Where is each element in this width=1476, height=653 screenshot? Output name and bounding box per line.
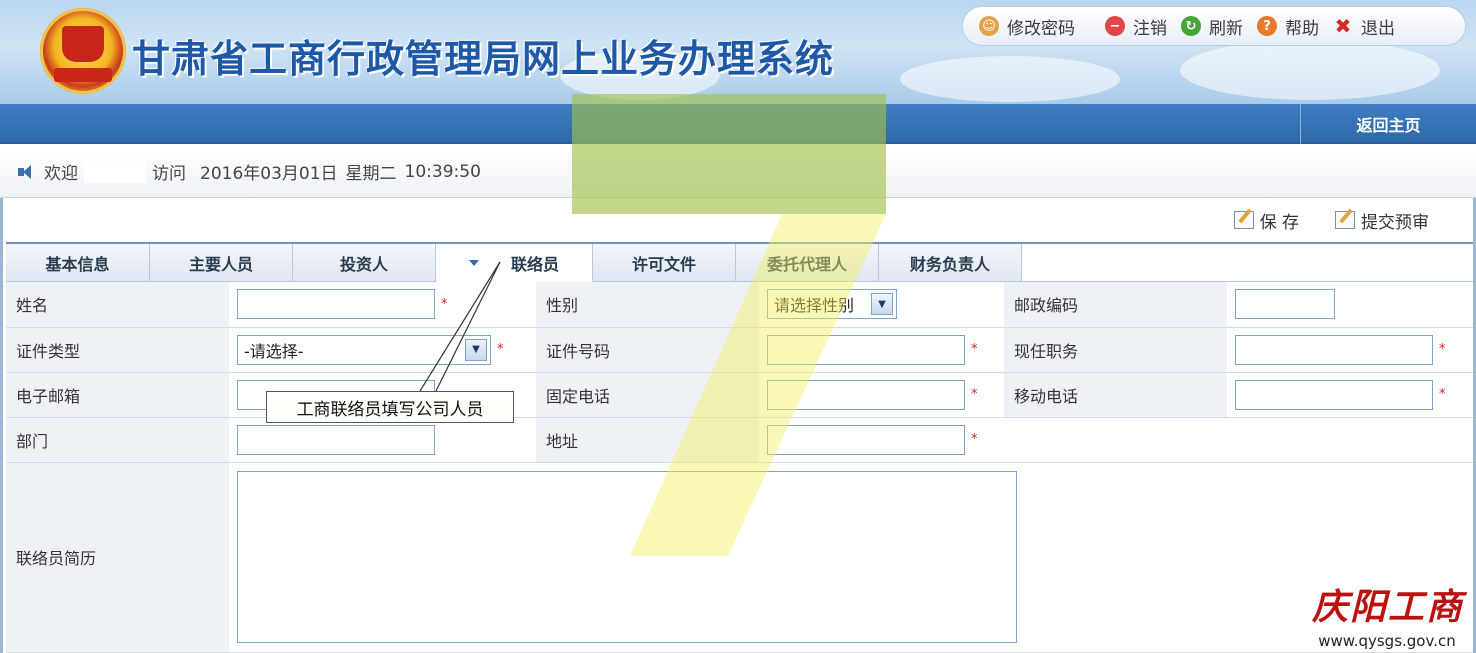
required-mark: * [971, 432, 978, 447]
change-password-label: 修改密码 [1007, 18, 1075, 39]
save-button[interactable]: 保 存 [1233, 208, 1299, 233]
action-bar: 保 存 提交预审 [3, 198, 1473, 242]
address-label: 地址 [536, 417, 759, 463]
gender-select-value: 请选择性别 [774, 296, 855, 316]
header-banner: 甘肃省工商行政管理局网上业务办理系统 ☺ 修改密码 − 注销 ↻ 刷新 ? 帮助… [0, 0, 1476, 104]
tab-label: 委托代理人 [766, 254, 847, 274]
form-row: 姓名 * 性别 请选择性别 ▼ 邮政编码 [6, 282, 1473, 328]
cloud-decoration [1180, 40, 1440, 100]
close-icon: ✖ [1334, 14, 1352, 38]
tab-label: 投资人 [339, 254, 388, 274]
username-field [84, 160, 146, 183]
id-number-label: 证件号码 [536, 327, 759, 373]
tab-label: 主要人员 [188, 254, 253, 274]
annotation-callout: 工商联络员填写公司人员 [266, 391, 514, 423]
liaison-form: 姓名 * 性别 请选择性别 ▼ 邮政编码 证件类型 -请选择- ▼ * 证件号码 * … [6, 282, 1473, 653]
submit-label: 提交预审 [1361, 212, 1429, 233]
tab-bar: 基本信息 主要人员 投资人 联络员 许可文件 委托代理人 财务负责人 [6, 242, 1473, 282]
required-mark: * [497, 342, 504, 357]
welcome-visit: 访问 [152, 164, 186, 184]
mobile-input[interactable] [1235, 379, 1433, 410]
dept-input[interactable] [237, 424, 435, 455]
tab-label: 基本信息 [45, 254, 110, 274]
help-button[interactable]: ? 帮助 [1257, 14, 1319, 39]
help-label: 帮助 [1285, 18, 1319, 39]
required-mark: * [971, 387, 978, 402]
system-title: 甘肃省工商行政管理局网上业务办理系统 [132, 37, 835, 81]
phone-input[interactable] [767, 379, 965, 410]
form-row: 联络员简历 [6, 462, 1473, 653]
required-mark: * [441, 296, 448, 312]
name-label: 姓名 [6, 282, 229, 328]
nav-bar: 返回主页 [0, 104, 1476, 144]
welcome-weekday: 星期二 [345, 164, 397, 184]
logout-button[interactable]: − 注销 [1105, 14, 1167, 39]
refresh-button[interactable]: ↻ 刷新 [1181, 14, 1243, 39]
gender-select[interactable]: 请选择性别 ▼ [767, 289, 897, 320]
id-type-select-value: -请选择- [244, 341, 304, 361]
chevron-down-icon: ▼ [465, 338, 487, 361]
id-type-label: 证件类型 [6, 327, 229, 373]
dept-label: 部门 [6, 417, 229, 463]
form-row: 部门 地址 * [6, 417, 1473, 463]
main-content: 保 存 提交预审 基本信息 主要人员 投资人 联络员 许可文件 委托代理人 财务… [0, 198, 1476, 653]
chevron-down-icon: ▼ [871, 293, 893, 316]
tab-permits[interactable]: 许可文件 [593, 244, 736, 282]
submit-icon [1335, 211, 1355, 229]
tab-basic-info[interactable]: 基本信息 [6, 244, 150, 282]
welcome-date: 2016年03月01日 [200, 164, 338, 184]
id-number-input[interactable] [767, 334, 965, 365]
mobile-label: 移动电话 [1004, 372, 1227, 418]
tab-label: 许可文件 [631, 254, 696, 274]
position-input[interactable] [1235, 334, 1433, 365]
home-link[interactable]: 返回主页 [1300, 104, 1476, 144]
refresh-icon: ↻ [1181, 16, 1201, 36]
tab-finance-head[interactable]: 财务负责人 [879, 244, 1022, 282]
exit-label: 退出 [1361, 18, 1395, 39]
help-icon: ? [1257, 16, 1277, 36]
logout-label: 注销 [1133, 18, 1167, 39]
exit-button[interactable]: ✖ 退出 [1333, 14, 1395, 39]
form-row: 电子邮箱 固定电话 * 移动电话 * [6, 372, 1473, 418]
save-label: 保 存 [1259, 212, 1299, 233]
top-menu: ☺ 修改密码 − 注销 ↻ 刷新 ? 帮助 ✖ 退出 [962, 6, 1466, 46]
resume-textarea[interactable] [237, 471, 1017, 643]
user-key-icon: ☺ [979, 16, 999, 36]
welcome-bar: 欢迎 访问 2016年03月01日 星期二 10:39:50 [0, 146, 1476, 198]
resume-label: 联络员简历 [6, 462, 229, 653]
welcome-greeting: 欢迎 [44, 164, 78, 184]
required-mark: * [1439, 342, 1446, 357]
postcode-label: 邮政编码 [1004, 282, 1227, 328]
tab-label: 财务负责人 [909, 254, 990, 274]
refresh-label: 刷新 [1209, 18, 1243, 39]
tab-agent[interactable]: 委托代理人 [736, 244, 879, 282]
name-input[interactable] [237, 289, 435, 320]
form-row: 证件类型 -请选择- ▼ * 证件号码 * 现任职务 * [6, 327, 1473, 373]
welcome-time: 10:39:50 [404, 161, 481, 182]
triangle-down-icon [468, 259, 479, 266]
postcode-input[interactable] [1235, 289, 1335, 320]
id-type-select[interactable]: -请选择- ▼ [237, 334, 491, 365]
required-mark: * [1439, 387, 1446, 402]
address-input[interactable] [767, 424, 965, 455]
edit-icon [1233, 211, 1254, 229]
tab-investors[interactable]: 投资人 [293, 244, 436, 282]
change-password-button[interactable]: ☺ 修改密码 [979, 14, 1075, 39]
email-label: 电子邮箱 [6, 372, 229, 418]
logout-icon: − [1105, 16, 1125, 36]
cloud-decoration [900, 56, 1120, 102]
submit-review-button[interactable]: 提交预审 [1335, 208, 1429, 233]
national-emblem-logo [40, 8, 126, 94]
tab-liaison[interactable]: 联络员 [436, 244, 593, 282]
speaker-icon [18, 164, 36, 180]
required-mark: * [971, 342, 978, 357]
phone-label: 固定电话 [536, 372, 759, 418]
tab-main-personnel[interactable]: 主要人员 [150, 244, 293, 282]
gender-label: 性别 [536, 282, 759, 328]
tab-label: 联络员 [510, 254, 559, 274]
position-label: 现任职务 [1004, 327, 1227, 373]
